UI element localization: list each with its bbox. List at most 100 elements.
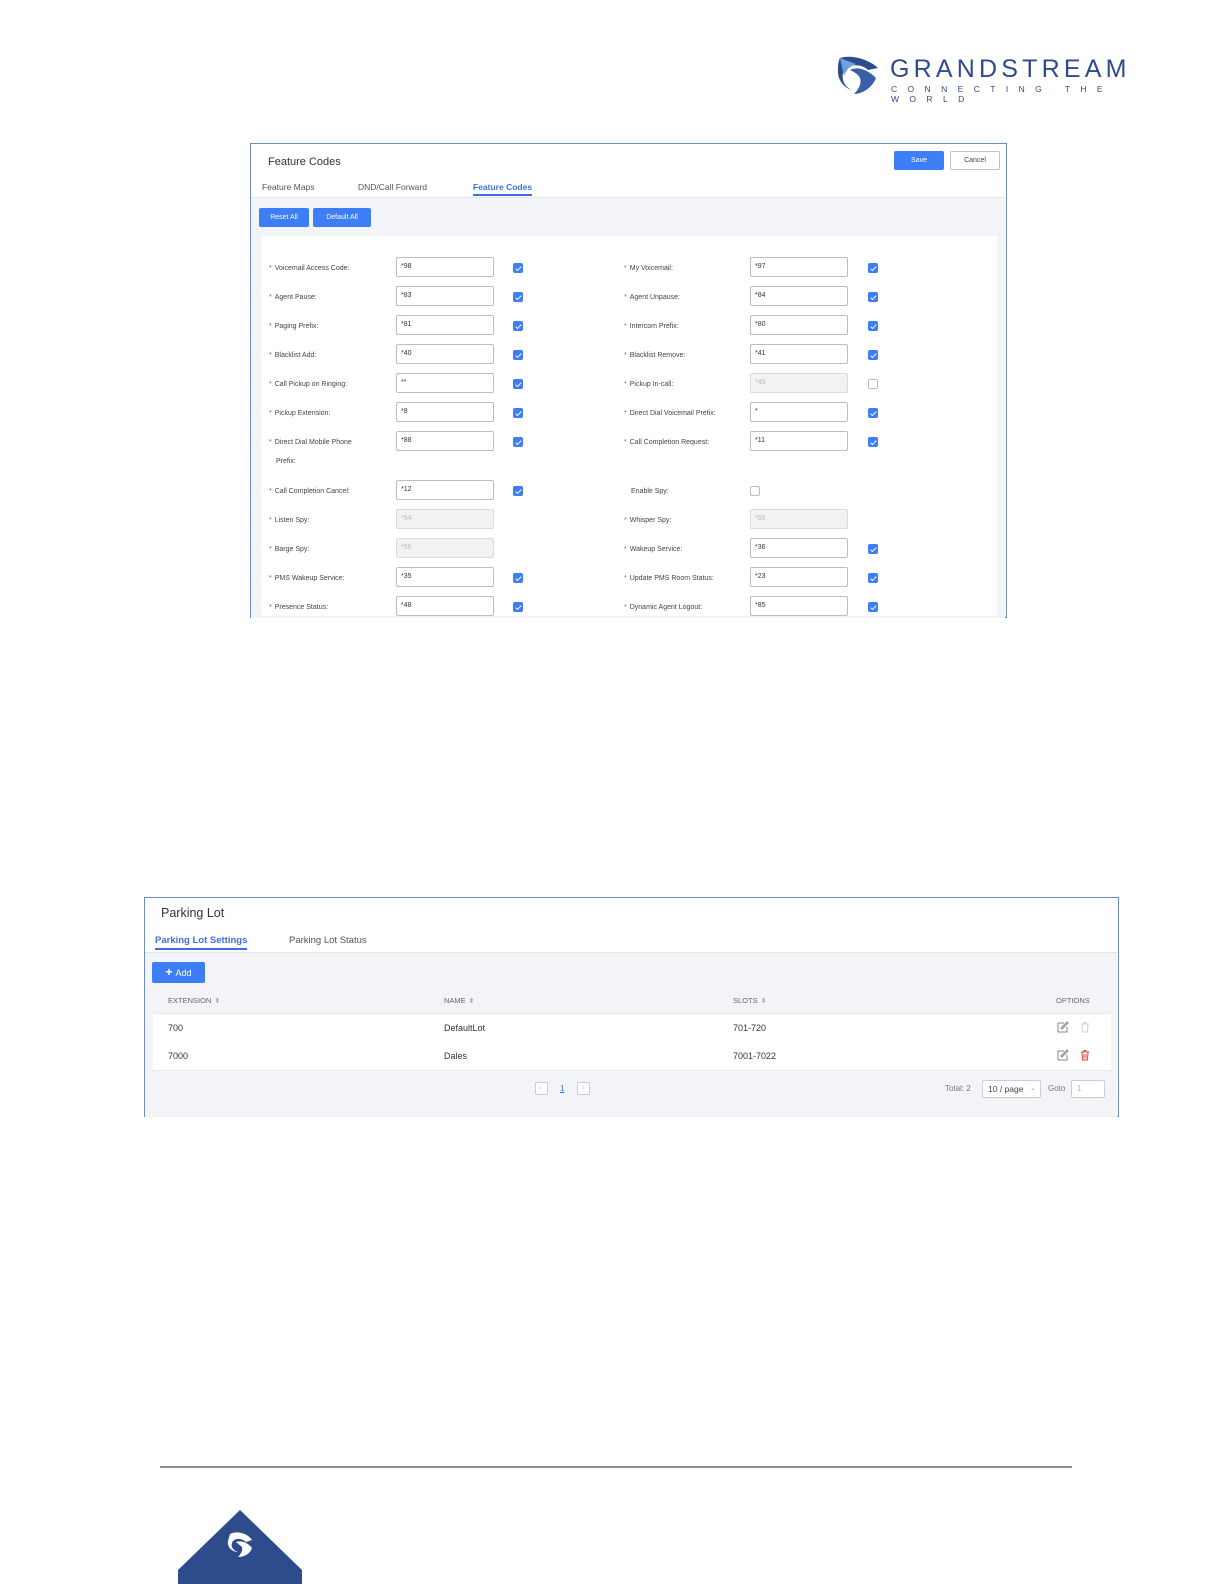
add-button[interactable]: + Add bbox=[152, 962, 205, 983]
brand-tagline: CONNECTING THE WORLD bbox=[891, 84, 1113, 104]
tab-parking-lot-settings[interactable]: Parking Lot Settings bbox=[155, 935, 248, 950]
call-completion-request-input[interactable]: *11 bbox=[750, 431, 848, 451]
dynamic-agent-logout-input[interactable]: *85 bbox=[750, 596, 848, 616]
parking-lot-panel: Parking Lot Parking Lot Settings Parking… bbox=[144, 897, 1119, 1117]
my-voicemail-checkbox[interactable] bbox=[868, 263, 878, 273]
dynamic-agent-logout-checkbox[interactable] bbox=[868, 602, 878, 612]
required-marker: * bbox=[624, 294, 627, 301]
chevron-down-icon: ⌄ bbox=[1030, 1085, 1036, 1092]
call-completion-cancel-input[interactable]: *12 bbox=[396, 480, 494, 500]
sort-icon[interactable]: ⬍ bbox=[214, 998, 220, 1005]
required-marker: * bbox=[624, 575, 627, 582]
whisper-spy-label: * Whisper Spy: bbox=[624, 517, 672, 524]
dynamic-agent-logout-label: * Dynamic Agent Logout: bbox=[624, 604, 703, 611]
sort-icon[interactable]: ⬍ bbox=[469, 998, 475, 1005]
pickup-extension-checkbox[interactable] bbox=[513, 408, 523, 418]
edit-icon[interactable] bbox=[1057, 1021, 1069, 1033]
required-marker: * bbox=[269, 381, 272, 388]
presence-status-checkbox[interactable] bbox=[513, 602, 523, 612]
page-size-select[interactable]: 10 / page ⌄ bbox=[982, 1080, 1041, 1098]
required-marker: * bbox=[624, 265, 627, 272]
agent-pause-input[interactable]: *83 bbox=[396, 286, 494, 306]
cell-name: Dales bbox=[444, 1051, 468, 1061]
blacklist-remove-input[interactable]: *41 bbox=[750, 344, 848, 364]
reset-all-button[interactable]: Reset All bbox=[259, 208, 309, 227]
page-title: Feature Codes bbox=[268, 156, 341, 168]
tab-feature-maps[interactable]: Feature Maps bbox=[262, 182, 314, 192]
pickup-in-call-checkbox[interactable] bbox=[868, 379, 878, 389]
update-pms-room-status-checkbox[interactable] bbox=[868, 573, 878, 583]
goto-input[interactable]: 1 bbox=[1071, 1080, 1105, 1098]
paging-prefix-checkbox[interactable] bbox=[513, 321, 523, 331]
tab-parking-lot-status[interactable]: Parking Lot Status bbox=[289, 935, 367, 946]
presence-status-input[interactable]: *48 bbox=[396, 596, 494, 616]
required-marker: * bbox=[269, 517, 272, 524]
pms-wakeup-service-input[interactable]: *35 bbox=[396, 567, 494, 587]
required-marker: * bbox=[624, 323, 627, 330]
grandstream-mark-icon bbox=[838, 56, 878, 94]
blacklist-add-checkbox[interactable] bbox=[513, 350, 523, 360]
default-all-button[interactable]: Default All bbox=[313, 208, 371, 227]
required-marker: * bbox=[624, 352, 627, 359]
enable-spy-label: Enable Spy: bbox=[631, 488, 669, 495]
required-marker: * bbox=[269, 575, 272, 582]
paging-prefix-input[interactable]: *81 bbox=[396, 315, 494, 335]
pms-wakeup-service-checkbox[interactable] bbox=[513, 573, 523, 583]
call-completion-cancel-checkbox[interactable] bbox=[513, 486, 523, 496]
edit-icon[interactable] bbox=[1057, 1049, 1069, 1061]
required-marker: * bbox=[269, 410, 272, 417]
call-completion-request-checkbox[interactable] bbox=[868, 437, 878, 447]
agent-unpause-checkbox[interactable] bbox=[868, 292, 878, 302]
pickup-extension-input[interactable]: *8 bbox=[396, 402, 494, 422]
required-marker: * bbox=[269, 488, 272, 495]
feature-codes-panel: Feature Codes Save Cancel Feature Maps D… bbox=[250, 143, 1007, 618]
column-header-slots[interactable]: SLOTS ⬍ bbox=[733, 996, 766, 1005]
required-marker: * bbox=[624, 410, 627, 417]
footer-logo-icon bbox=[178, 1510, 302, 1584]
call-pickup-on-ringing-checkbox[interactable] bbox=[513, 379, 523, 389]
column-header-name[interactable]: NAME ⬍ bbox=[444, 996, 475, 1005]
goto-value: 1 bbox=[1077, 1084, 1082, 1093]
my-voicemail-input[interactable]: *97 bbox=[750, 257, 848, 277]
blacklist-remove-checkbox[interactable] bbox=[868, 350, 878, 360]
required-marker: * bbox=[269, 604, 272, 611]
delete-icon[interactable] bbox=[1079, 1021, 1091, 1033]
direct-dial-mobile-phone-input[interactable]: *88 bbox=[396, 431, 494, 451]
add-button-label: Add bbox=[175, 968, 192, 978]
cancel-button[interactable]: Cancel bbox=[950, 151, 1000, 170]
save-button[interactable]: Save bbox=[894, 151, 944, 170]
delete-icon[interactable] bbox=[1079, 1049, 1091, 1061]
call-completion-request-label: * Call Completion Request: bbox=[624, 439, 710, 446]
presence-status-label: * Presence Status: bbox=[269, 604, 329, 611]
sort-icon[interactable]: ⬍ bbox=[761, 998, 767, 1005]
blacklist-remove-label: * Blacklist Remove: bbox=[624, 352, 686, 359]
tab-dnd-call-forward[interactable]: DND/Call Forward bbox=[358, 182, 427, 192]
wakeup-service-input[interactable]: *36 bbox=[750, 538, 848, 558]
update-pms-room-status-label: * Update PMS Room Status: bbox=[624, 575, 714, 582]
enable-spy-checkbox[interactable] bbox=[750, 486, 760, 496]
footer-divider bbox=[160, 1466, 1072, 1468]
agent-unpause-input[interactable]: *84 bbox=[750, 286, 848, 306]
update-pms-room-status-input[interactable]: *23 bbox=[750, 567, 848, 587]
intercom-prefix-input[interactable]: *80 bbox=[750, 315, 848, 335]
next-page-button[interactable]: › bbox=[577, 1082, 590, 1095]
required-marker: * bbox=[269, 439, 272, 446]
grandstream-logo: GRANDSTREAM CONNECTING THE WORLD bbox=[836, 54, 1161, 104]
agent-pause-checkbox[interactable] bbox=[513, 292, 523, 302]
blacklist-add-input[interactable]: *40 bbox=[396, 344, 494, 364]
wakeup-service-checkbox[interactable] bbox=[868, 544, 878, 554]
required-marker: * bbox=[624, 381, 627, 388]
tab-feature-codes[interactable]: Feature Codes bbox=[473, 182, 533, 196]
listen-spy-label: * Listen Spy: bbox=[269, 517, 310, 524]
column-header-extension[interactable]: EXTENSION ⬍ bbox=[168, 996, 220, 1005]
direct-dial-voicemail-prefix-checkbox[interactable] bbox=[868, 408, 878, 418]
intercom-prefix-checkbox[interactable] bbox=[868, 321, 878, 331]
page-number[interactable]: 1 bbox=[560, 1084, 564, 1093]
call-pickup-on-ringing-input[interactable]: ** bbox=[396, 373, 494, 393]
prev-page-button[interactable]: ‹ bbox=[535, 1082, 548, 1095]
direct-dial-mobile-phone-checkbox[interactable] bbox=[513, 437, 523, 447]
voicemail-access-code-input[interactable]: *98 bbox=[396, 257, 494, 277]
voicemail-access-code-checkbox[interactable] bbox=[513, 263, 523, 273]
direct-dial-voicemail-prefix-input[interactable]: * bbox=[750, 402, 848, 422]
column-header-options: OPTIONS bbox=[1056, 996, 1090, 1005]
